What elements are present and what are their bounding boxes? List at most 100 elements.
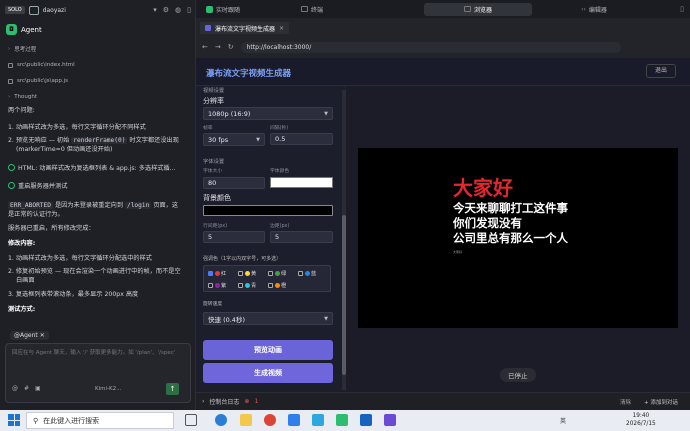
console-label[interactable]: 控制台日志: [209, 397, 239, 406]
bg-color-label: 背景颜色: [203, 194, 231, 202]
browser-tab[interactable]: 瀑布流文字视频生成器 ×: [200, 22, 290, 34]
bg-color-picker[interactable]: [203, 205, 333, 216]
message-text: (markerTime=0 但动画还没开始): [16, 146, 113, 153]
file-item[interactable]: src\public\js\app.js: [8, 78, 68, 84]
chrome-icon[interactable]: [264, 414, 276, 426]
reload-icon[interactable]: ↻: [228, 43, 234, 51]
resolution-select[interactable]: 1080p (16:9) ▼: [203, 107, 333, 120]
checkbox[interactable]: [268, 283, 273, 288]
add-to-chat-button[interactable]: + 添加到对话: [644, 398, 678, 406]
tab-browser[interactable]: 浏览器: [424, 2, 532, 16]
chevron-down-icon: ▼: [324, 110, 328, 117]
tab-terminal[interactable]: 终端: [282, 3, 342, 16]
color-swatch: [214, 283, 220, 288]
font-color-picker[interactable]: [270, 177, 333, 188]
back-icon[interactable]: ←: [202, 43, 208, 51]
speed-label: 旋转速度: [203, 302, 223, 307]
follow-icon: [206, 5, 213, 13]
dropdown-icon[interactable]: ▾: [153, 6, 157, 14]
browser-icon: [463, 6, 471, 12]
checkbox[interactable]: [298, 271, 303, 276]
generate-button[interactable]: 生成视频: [203, 363, 333, 383]
agent-panel-header: SOLO daoyazi ▾ ⚙ ◍ ▯: [0, 0, 196, 20]
checkbox[interactable]: [238, 283, 243, 288]
forward-icon[interactable]: →: [215, 43, 221, 51]
url-input[interactable]: http://localhost:3000/: [240, 41, 621, 53]
interval-label: 间隔(秒): [270, 126, 289, 131]
agent-header: ◘ Agent: [6, 24, 42, 35]
speed-select[interactable]: 快速 (0.4秒) ▼: [203, 312, 333, 325]
app-icon[interactable]: [384, 414, 396, 426]
exit-button[interactable]: 退出: [646, 64, 676, 78]
font-section-label: 字体设置: [203, 159, 225, 165]
font-size-label: 字体大小: [203, 169, 223, 174]
store-icon[interactable]: [288, 414, 300, 426]
fps-select[interactable]: 30 fps ▼: [203, 133, 265, 146]
solo-badge[interactable]: SOLO: [5, 6, 25, 14]
video-line: 今天来聊聊打工这件事: [453, 201, 568, 215]
thought-toggle[interactable]: › Thought: [8, 94, 37, 100]
windows-start-icon[interactable]: [8, 414, 20, 426]
hash-icon[interactable]: #: [24, 385, 29, 392]
color-option-purple[interactable]: 紫: [208, 282, 226, 289]
tab-follow[interactable]: 实时跟随: [200, 3, 280, 16]
color-option-yellow[interactable]: 黄: [238, 270, 256, 277]
settings-icon[interactable]: ⚙: [163, 6, 169, 14]
checkbox[interactable]: [208, 283, 213, 288]
message-text: 两个问题:: [8, 107, 35, 114]
trae-icon[interactable]: [336, 414, 348, 426]
username: daoyazi: [42, 6, 66, 14]
think-process[interactable]: › 思考过程: [8, 45, 36, 53]
agent-mention-chip[interactable]: @Agent ✕: [10, 331, 49, 340]
at-icon[interactable]: @: [12, 385, 18, 392]
color-option-red[interactable]: 红: [208, 270, 226, 277]
interval-input[interactable]: 0.5: [270, 133, 333, 145]
margin-input[interactable]: 5: [270, 231, 333, 243]
split-icon[interactable]: ▯: [187, 6, 191, 14]
close-icon[interactable]: ×: [279, 25, 284, 32]
color-option-orange[interactable]: 橙: [268, 282, 286, 289]
font-size-input[interactable]: 80: [203, 177, 265, 189]
file-item[interactable]: src\public\index.html: [8, 62, 75, 68]
video-line: 你们发现没有: [453, 216, 522, 230]
edge-icon[interactable]: [215, 414, 227, 426]
checkbox[interactable]: [208, 271, 213, 276]
profile-icon[interactable]: ◍: [175, 6, 181, 14]
clock[interactable]: 19:40 2026/7/15: [626, 412, 656, 428]
taskbar-search[interactable]: ⚲ 在此键入进行搜索: [26, 412, 174, 429]
message-text: 是正常的认证行为。: [8, 211, 64, 218]
layout-icon[interactable]: [28, 5, 39, 15]
chevron-right-icon: ›: [8, 46, 11, 52]
image-icon[interactable]: ▣: [35, 385, 41, 392]
page-title: 瀑布流文字视频生成器: [206, 69, 292, 79]
task-view-icon[interactable]: [185, 414, 197, 426]
color-option-blue[interactable]: 蓝: [298, 270, 316, 277]
chevron-right-icon[interactable]: ›: [202, 398, 204, 405]
telegram-icon[interactable]: [312, 414, 324, 426]
file-explorer-icon[interactable]: [240, 414, 252, 426]
terminal-app-icon[interactable]: [360, 414, 372, 426]
favicon-icon: [205, 25, 211, 31]
panel-icon[interactable]: ▯: [680, 5, 684, 13]
video-line: 大家好: [453, 176, 513, 200]
chat-tools: @ # ▣: [12, 385, 41, 392]
model-selector[interactable]: Kimi-K2...: [95, 386, 121, 392]
resolution-label: 分辨率: [203, 97, 224, 105]
message-heading: 测试方式:: [8, 306, 36, 313]
color-option-green[interactable]: 绿: [268, 270, 286, 277]
clear-button[interactable]: 清除: [620, 398, 631, 406]
checkbox[interactable]: [238, 271, 243, 276]
workspace-tabs: 实时跟随 终端 浏览器 ‹› 编辑器 ▯: [196, 0, 690, 18]
tool-call-item[interactable]: HTML: 动画样式改为复选框列表 & app.js: 多选样式循...: [8, 164, 192, 173]
tab-editor[interactable]: ‹› 编辑器: [564, 3, 624, 16]
chevron-down-icon: ▼: [256, 136, 260, 143]
preview-button[interactable]: 预览动画: [203, 340, 333, 360]
color-option-cyan[interactable]: 青: [238, 282, 256, 289]
tool-call-item[interactable]: 重启服务器并测试: [8, 182, 192, 191]
send-button[interactable]: ↑: [166, 383, 179, 395]
checkbox[interactable]: [268, 271, 273, 276]
color-swatch: [214, 271, 220, 276]
line-gap-input[interactable]: 5: [203, 231, 265, 243]
language-indicator[interactable]: 英: [560, 416, 566, 425]
font-color-label: 字体颜色: [270, 169, 290, 174]
